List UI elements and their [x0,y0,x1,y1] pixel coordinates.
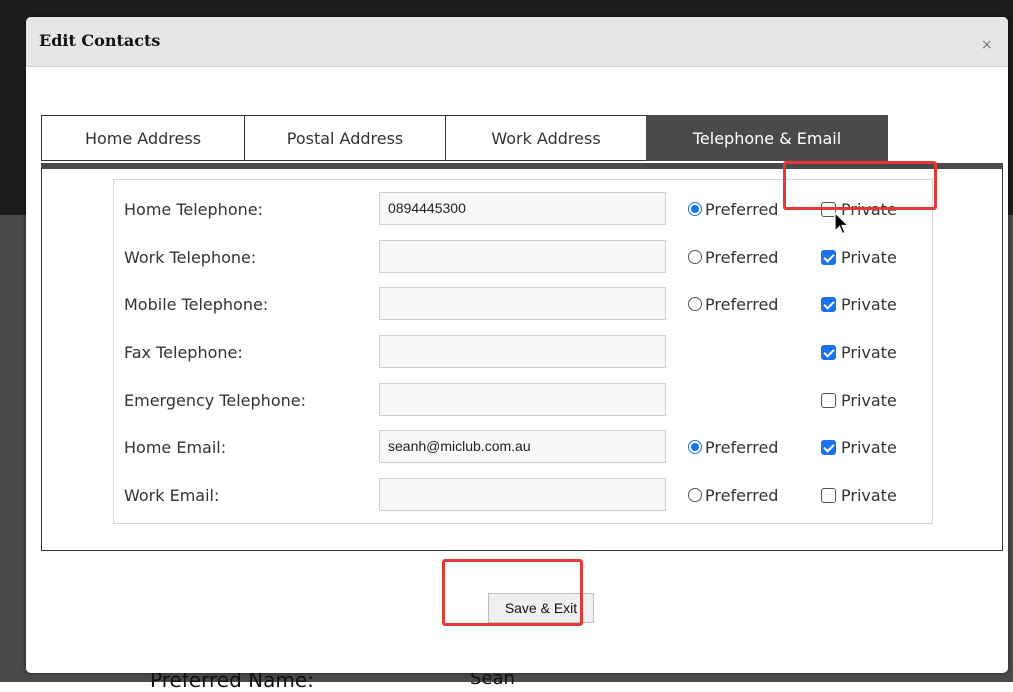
home-email-private-checkbox[interactable]: Private [821,436,897,458]
radio-icon[interactable] [688,202,702,216]
private-label: Private [841,437,897,457]
dialog-title: Edit Contacts [39,31,161,50]
checkbox-icon[interactable] [821,392,836,408]
preferred-label: Preferred [705,247,779,267]
radio-icon[interactable] [688,488,702,502]
checkbox-icon[interactable] [821,249,836,265]
home-telephone-preferred-radio[interactable]: Preferred [688,198,778,220]
work-email-preferred-radio[interactable]: Preferred [688,484,778,506]
radio-icon[interactable] [688,250,702,264]
tab-postal-address[interactable]: Postal Address [244,115,446,161]
home-email-preferred-radio[interactable]: Preferred [688,436,778,458]
home-email-label: Home Email: [124,438,227,457]
row-mobile-telephone: Mobile Telephone: Preferred Private [26,287,1008,323]
tab-home-address[interactable]: Home Address [41,115,245,161]
fax-telephone-input[interactable] [379,335,666,368]
preferred-label: Preferred [705,485,779,505]
home-email-input[interactable]: seanh@miclub.com.au [379,430,666,463]
emergency-telephone-label: Emergency Telephone: [124,391,306,410]
mobile-telephone-input[interactable] [379,287,666,320]
row-home-email: Home Email: seanh@miclub.com.au Preferre… [26,430,1008,466]
work-email-input[interactable] [379,478,666,511]
mobile-telephone-private-checkbox[interactable]: Private [821,293,897,315]
work-telephone-label: Work Telephone: [124,248,257,267]
checkbox-icon[interactable] [821,487,836,503]
private-label: Private [841,247,897,267]
preferred-label: Preferred [705,437,779,457]
checkbox-icon[interactable] [821,296,836,312]
dialog-header: Edit Contacts × [26,17,1008,67]
checkbox-icon[interactable] [821,439,836,455]
work-telephone-preferred-radio[interactable]: Preferred [688,246,778,268]
private-checkbox-highlight [783,161,937,210]
work-telephone-private-checkbox[interactable]: Private [821,246,897,268]
row-emergency-telephone: Emergency Telephone: Private [26,383,1008,419]
mobile-telephone-label: Mobile Telephone: [124,295,269,314]
emergency-telephone-private-checkbox[interactable]: Private [821,389,897,411]
radio-icon[interactable] [688,440,702,454]
fax-telephone-label: Fax Telephone: [124,343,243,362]
fax-telephone-private-checkbox[interactable]: Private [821,341,897,363]
mouse-cursor-icon [834,212,850,235]
tab-label: Postal Address [286,128,404,148]
preferred-label: Preferred [705,294,779,314]
row-work-email: Work Email: Preferred Private [26,478,1008,514]
tab-label: Home Address [84,128,202,148]
preferred-label: Preferred [705,199,779,219]
row-fax-telephone: Fax Telephone: Private [26,335,1008,371]
checkbox-icon[interactable] [821,344,836,360]
work-email-label: Work Email: [124,486,220,505]
work-telephone-input[interactable] [379,240,666,273]
row-work-telephone: Work Telephone: Preferred Private [26,240,1008,276]
private-label: Private [841,342,897,362]
tab-label: Telephone & Email [692,128,842,148]
home-telephone-label: Home Telephone: [124,200,263,219]
save-button-highlight [442,559,583,626]
tab-work-address[interactable]: Work Address [445,115,647,161]
home-telephone-input[interactable]: 0894445300 [379,192,666,225]
radio-icon[interactable] [688,297,702,311]
tab-label: Work Address [491,128,601,148]
private-label: Private [841,485,897,505]
mobile-telephone-preferred-radio[interactable]: Preferred [688,293,778,315]
private-label: Private [841,294,897,314]
close-icon[interactable]: × [981,38,993,52]
emergency-telephone-input[interactable] [379,383,666,416]
private-label: Private [841,390,897,410]
tab-telephone-email[interactable]: Telephone & Email [646,115,888,161]
work-email-private-checkbox[interactable]: Private [821,484,897,506]
